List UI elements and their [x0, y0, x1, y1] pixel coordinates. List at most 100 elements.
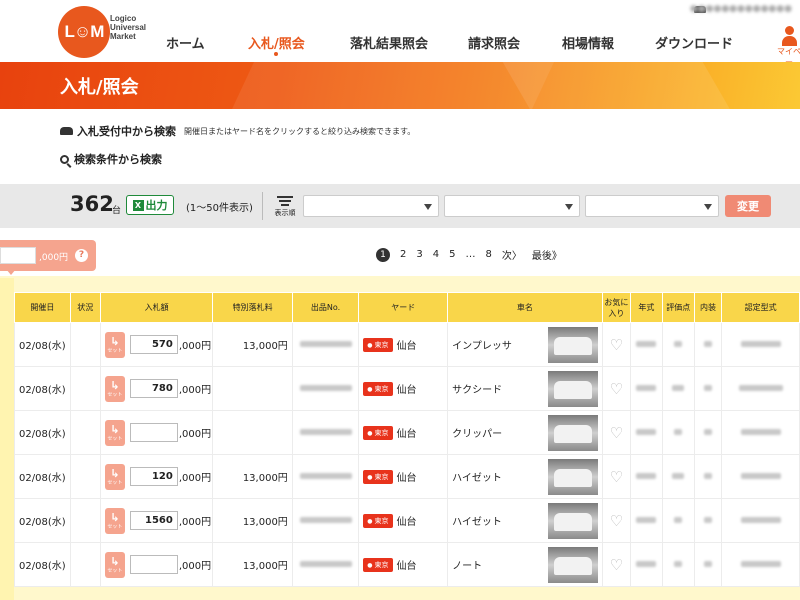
heart-icon[interactable]: ♡ [610, 336, 623, 354]
search-accepting-hint: 開催日またはヤード名をクリックすると絞り込み検索できます。 [184, 126, 416, 136]
sort-select-2[interactable] [444, 195, 580, 217]
yard-badge: 東京 [363, 469, 393, 484]
bid-amount-input[interactable]: 120 [129, 467, 178, 486]
table-row: 02/08(水) ↳セット1560,000円 13,000円 東京仙台 ハイゼッ… [14, 498, 800, 543]
nav-result-inquiry[interactable]: 落札結果照会 [350, 33, 428, 52]
user-icon [782, 26, 797, 46]
set-label: セット [107, 391, 123, 398]
page-1[interactable]: 1 [376, 247, 390, 262]
row-status [69, 454, 101, 499]
set-button[interactable]: ↳ セット [104, 419, 125, 446]
row-car-name[interactable]: ノート [447, 542, 603, 587]
row-yard[interactable]: 東京仙台 [358, 322, 449, 367]
row-car-name[interactable]: ハイゼット [447, 498, 603, 543]
row-car-name[interactable]: ハイゼット [447, 454, 603, 499]
row-car-name[interactable]: クリッパー [447, 410, 603, 455]
page-2[interactable]: 2 [400, 249, 406, 260]
heart-icon[interactable]: ♡ [610, 512, 623, 530]
row-favorite: ♡ [601, 454, 632, 499]
row-favorite: ♡ [601, 410, 632, 455]
search-conditions-label: 検索条件から検索 [74, 153, 162, 166]
row-yard[interactable]: 東京仙台 [358, 366, 449, 411]
row-bid: ↳ セット 120,000円 [99, 454, 214, 499]
bid-amount-input[interactable] [129, 423, 178, 442]
car-thumbnail[interactable] [547, 415, 598, 451]
display-range: (1〜50件表示) [186, 203, 253, 214]
last-page-link[interactable]: 最後》 [532, 247, 562, 262]
nav-home[interactable]: ホーム [166, 33, 205, 52]
bid-suffix: ,000円 [178, 385, 212, 396]
search-conditions-link[interactable]: 検索条件から検索 [60, 151, 162, 167]
row-grade [661, 454, 695, 499]
nav-download[interactable]: ダウンロード [655, 33, 733, 52]
sort-select-1[interactable] [303, 195, 439, 217]
active-indicator [274, 52, 279, 56]
car-name: ノート [452, 561, 483, 572]
set-button[interactable]: ↳ セット [104, 551, 125, 578]
set-button[interactable]: ↳ セット [104, 375, 125, 402]
page-4[interactable]: 4 [433, 249, 439, 260]
row-special-fee [212, 410, 293, 455]
bid-amount-input[interactable]: 1560 [129, 511, 178, 530]
row-lot-no[interactable] [291, 454, 360, 499]
car-name: インプレッサ [452, 341, 512, 352]
row-bid: ↳ セット 780,000円 [99, 366, 214, 411]
row-lot-no[interactable] [291, 322, 360, 367]
nav-bid-inquiry[interactable]: 入札/照会 [248, 33, 305, 56]
excel-export-button[interactable]: X 出力 [126, 195, 174, 215]
row-status [69, 366, 101, 411]
row-lot-no[interactable] [291, 366, 360, 411]
excel-icon: X [132, 199, 144, 211]
heart-icon[interactable]: ♡ [610, 424, 623, 442]
logo[interactable]: L☺M [58, 6, 110, 58]
sort-order-button[interactable]: 表示順 [272, 194, 298, 218]
next-page-link[interactable]: 次〉 [502, 247, 522, 262]
change-button[interactable]: 変更 [725, 195, 771, 217]
redacted-interior [704, 429, 713, 435]
car-icon [60, 127, 73, 135]
page-8[interactable]: 8 [486, 249, 492, 260]
set-button[interactable]: ↳ セット [104, 507, 125, 534]
row-yard[interactable]: 東京仙台 [358, 498, 449, 543]
row-lot-no[interactable] [291, 410, 360, 455]
nav-invoice-inquiry[interactable]: 請求照会 [468, 33, 520, 52]
redacted-lot-no [299, 429, 352, 435]
car-thumbnail[interactable] [547, 459, 598, 495]
bid-suffix: ,000円 [178, 341, 212, 352]
bid-filter-suffix: ,000円 [39, 253, 69, 263]
bid-amount-input[interactable]: 570 [129, 335, 178, 354]
row-car-name[interactable]: インプレッサ [447, 322, 603, 367]
heart-icon[interactable]: ♡ [610, 468, 623, 486]
row-yard[interactable]: 東京仙台 [358, 542, 449, 587]
sort-select-3[interactable] [585, 195, 719, 217]
nav-market-info[interactable]: 相場情報 [562, 33, 614, 52]
car-thumbnail[interactable] [547, 327, 598, 363]
row-car-name[interactable]: サクシード [447, 366, 603, 411]
search-accepting-link[interactable]: 入札受付中から検索 開催日またはヤード名をクリックすると絞り込み検索できます。 [60, 123, 415, 139]
bid-amount-input[interactable] [129, 555, 178, 574]
redacted-lot-no [299, 341, 352, 347]
set-button[interactable]: ↳ セット [104, 331, 125, 358]
row-lot-no[interactable] [291, 498, 360, 543]
row-yard[interactable]: 東京仙台 [358, 410, 449, 455]
page-5[interactable]: 5 [449, 249, 455, 260]
set-arrow-icon: ↳ [110, 422, 120, 436]
bid-filter-input[interactable] [0, 247, 36, 264]
help-icon[interactable]: ? [75, 249, 88, 262]
row-yard[interactable]: 東京仙台 [358, 454, 449, 499]
heart-icon[interactable]: ♡ [610, 556, 623, 574]
set-button[interactable]: ↳ セット [104, 463, 125, 490]
heart-icon[interactable]: ♡ [610, 380, 623, 398]
redacted-interior [704, 561, 713, 567]
page-3[interactable]: 3 [416, 249, 422, 260]
yard-city: 仙台 [396, 517, 417, 528]
row-favorite: ♡ [601, 542, 632, 587]
car-thumbnail[interactable] [547, 503, 598, 539]
car-thumbnail[interactable] [547, 371, 598, 407]
bid-suffix: ,000円 [178, 429, 212, 440]
redacted-model [740, 561, 781, 567]
row-lot-no[interactable] [291, 542, 360, 587]
bid-amount-input[interactable]: 780 [129, 379, 178, 398]
car-name: ハイゼット [452, 517, 502, 528]
car-thumbnail[interactable] [547, 547, 598, 583]
